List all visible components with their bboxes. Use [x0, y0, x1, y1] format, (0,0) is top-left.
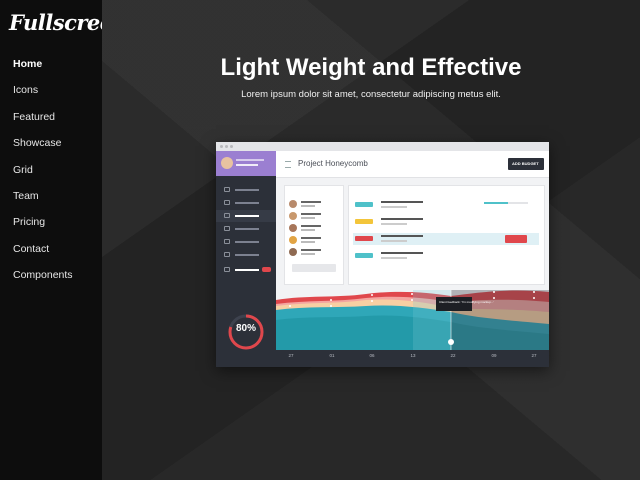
add-budget-button: ADD BUDGET [508, 158, 544, 170]
axis-label: 13 [410, 353, 416, 358]
axis-label: 06 [369, 353, 375, 358]
mockup-nav-item-messages [216, 264, 276, 276]
nav-item-icons[interactable]: Icons [13, 83, 73, 109]
task-row [353, 199, 539, 211]
task-row-highlighted [353, 233, 539, 245]
sidebar: Fullscreen Home Icons Featured Showcase … [0, 0, 128, 480]
mockup-nav-item [216, 197, 276, 209]
team-card [284, 185, 344, 285]
axis-label: 27 [288, 353, 294, 358]
dashboard-mockup-image: 80% Project Honeycomb ADD BUDGET Client … [216, 142, 549, 367]
mockup-nav-item [216, 249, 276, 261]
menu-icon [285, 161, 291, 168]
axis-label: 01 [329, 353, 335, 358]
nav-item-featured[interactable]: Featured [13, 110, 73, 136]
nav-item-home[interactable]: Home [13, 57, 73, 83]
axis-label: 27 [531, 353, 537, 358]
mockup-sidebar: 80% [216, 151, 276, 367]
chart-axis: 27 01 06 13 22 09 27 [276, 350, 549, 367]
task-row [353, 250, 539, 262]
mockup-nav-item [216, 184, 276, 196]
nav-item-showcase[interactable]: Showcase [13, 136, 73, 162]
nav-item-team[interactable]: Team [13, 189, 73, 215]
axis-label: 22 [450, 353, 456, 358]
project-title: Project Honeycomb [298, 159, 368, 168]
mockup-header: Project Honeycomb ADD BUDGET [276, 151, 549, 178]
nav-item-grid[interactable]: Grid [13, 163, 73, 189]
nav-item-pricing[interactable]: Pricing [13, 215, 73, 241]
mockup-nav-item [216, 223, 276, 235]
mockup-nav-item-selected [216, 210, 276, 222]
avatar [221, 157, 233, 169]
hero-subtitle: Lorem ipsum dolor sit amet, consectetur … [241, 89, 501, 100]
chart-tooltip: Client feedback: 'I'm modifying mockup..… [436, 297, 494, 311]
task-row [353, 216, 539, 228]
browser-bar [216, 142, 549, 151]
view-all-button [292, 264, 336, 272]
tasks-card [348, 185, 545, 285]
progress-percent: 80% [235, 323, 256, 334]
nav-item-components[interactable]: Components [13, 268, 73, 294]
mockup-profile [216, 151, 276, 176]
hero-title: Light Weight and Effective [220, 54, 522, 81]
nav-item-contact[interactable]: Contact [13, 242, 73, 268]
axis-label: 09 [491, 353, 497, 358]
mockup-nav-item [216, 236, 276, 248]
main-nav: Home Icons Featured Showcase Grid Team P… [13, 57, 73, 295]
area-chart [276, 290, 549, 358]
